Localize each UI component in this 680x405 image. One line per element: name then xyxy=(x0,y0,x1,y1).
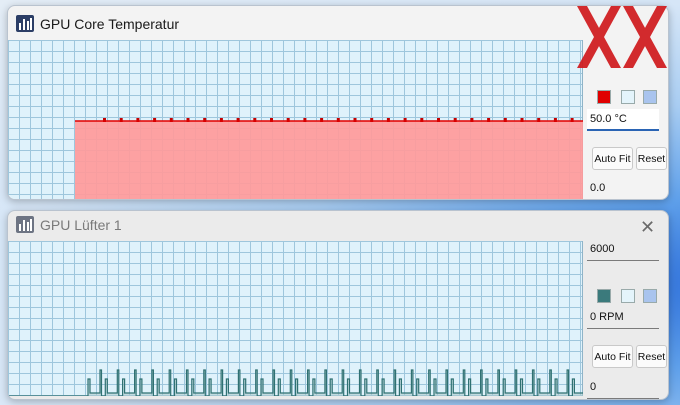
auto-fit-button[interactable]: Auto Fit xyxy=(592,147,633,170)
current-value-field[interactable]: 0 RPM xyxy=(587,307,659,329)
auto-fit-button[interactable]: Auto Fit xyxy=(592,345,633,368)
bar-chart-app-icon xyxy=(16,216,34,233)
fan-side-panel: 6000 0 RPM Auto Fit Reset 0 xyxy=(585,211,668,399)
grid-color-swatch[interactable] xyxy=(643,289,657,303)
title-bar[interactable]: GPU Lüfter 1 ✕ xyxy=(8,211,668,245)
temperature-graph xyxy=(8,40,583,199)
bar-chart-app-icon xyxy=(16,15,34,32)
min-value-field[interactable]: 0 xyxy=(587,377,659,399)
line-color-swatch[interactable] xyxy=(597,90,611,104)
background-color-swatch[interactable] xyxy=(621,289,635,303)
temperature-area xyxy=(75,121,583,199)
current-value-field[interactable]: 50.0 °C xyxy=(587,109,659,131)
title-bar[interactable]: GPU Core Temperatur xyxy=(8,6,668,40)
fan-window: GPU Lüfter 1 ✕ 6000 0 RPM Auto Fit Reset… xyxy=(7,210,669,400)
grid-color-swatch[interactable] xyxy=(643,90,657,104)
max-value-field[interactable]: 6000 xyxy=(587,239,659,261)
reset-button[interactable]: Reset xyxy=(636,345,667,368)
line-color-swatch[interactable] xyxy=(597,289,611,303)
fan-graph xyxy=(8,241,583,396)
background-color-swatch[interactable] xyxy=(621,90,635,104)
fan-speed-trace xyxy=(8,369,583,396)
temperature-window: GPU Core Temperatur 50.0 °C Auto Fit Res… xyxy=(7,5,669,200)
temperature-graph-svg xyxy=(75,118,583,199)
window-title: GPU Lüfter 1 xyxy=(40,217,122,233)
reset-button[interactable]: Reset xyxy=(636,147,667,170)
xx-logo xyxy=(577,6,667,68)
fan-speed-line xyxy=(8,369,583,396)
fan-graph-svg xyxy=(8,369,583,396)
window-title: GPU Core Temperatur xyxy=(40,16,180,32)
min-value-field[interactable]: 0.0 xyxy=(587,178,659,199)
